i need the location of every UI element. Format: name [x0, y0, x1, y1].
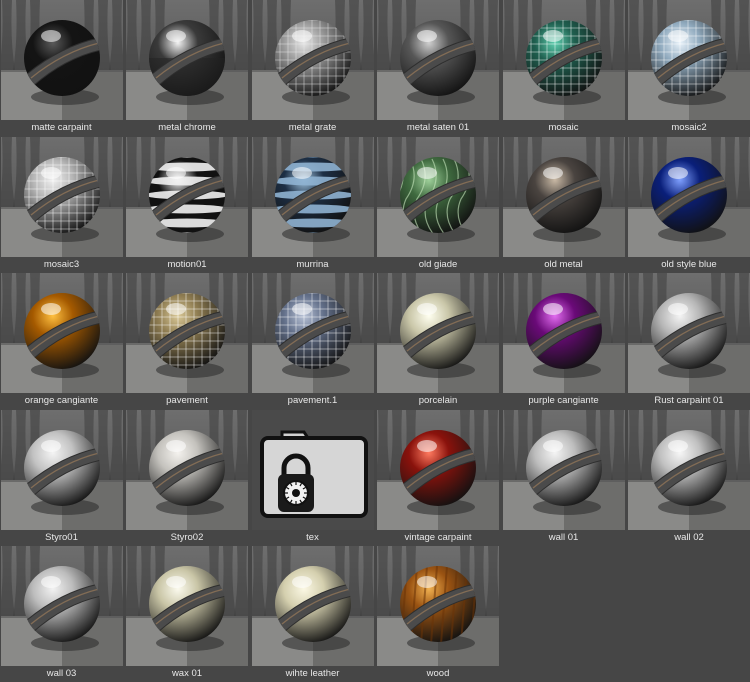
material-sphere-preview[interactable]: [377, 136, 499, 257]
material-label: wall 03: [46, 668, 77, 679]
material-thumbnail[interactable]: motion01: [126, 136, 248, 273]
material-sphere-preview[interactable]: [126, 409, 248, 530]
material-thumbnail[interactable]: old style blue: [628, 136, 750, 273]
material-sphere-preview[interactable]: [251, 0, 374, 120]
material-thumbnail[interactable]: mosaic3: [0, 136, 123, 273]
material-sphere-preview[interactable]: [628, 136, 750, 257]
material-sphere-preview[interactable]: [0, 0, 123, 120]
material-sphere-preview[interactable]: [628, 409, 750, 530]
material-thumbnail[interactable]: old metal: [502, 136, 625, 273]
material-label: orange cangiante: [24, 395, 99, 406]
material-sphere-preview[interactable]: [126, 546, 248, 666]
material-sphere-preview[interactable]: [377, 546, 499, 666]
material-thumbnail[interactable]: metal grate: [251, 0, 374, 136]
material-label: metal saten 01: [406, 122, 470, 133]
material-label: porcelain: [418, 395, 458, 406]
material-thumbnail[interactable]: wall 01: [502, 409, 625, 546]
material-sphere-preview[interactable]: [502, 273, 625, 393]
material-sphere-preview[interactable]: [251, 546, 374, 666]
material-thumbnail[interactable]: pavement: [126, 273, 248, 409]
material-thumbnail[interactable]: matte carpaint: [0, 0, 123, 136]
material-label: motion01: [167, 258, 207, 270]
material-label: mosaic3: [43, 258, 80, 270]
material-label: old giade: [418, 258, 458, 270]
material-thumbnail[interactable]: Rust carpaint 01: [628, 273, 750, 409]
material-sphere-preview[interactable]: [0, 273, 123, 393]
material-thumbnail[interactable]: Styro01: [0, 409, 123, 546]
material-thumbnail[interactable]: wood: [377, 546, 499, 682]
material-thumbnail[interactable]: mosaic: [502, 0, 625, 136]
material-label: metal chrome: [158, 122, 216, 133]
material-label: wax 01: [171, 668, 203, 679]
material-label: murrina: [296, 258, 329, 270]
locked-folder-icon[interactable]: [251, 409, 374, 530]
material-sphere-preview[interactable]: [502, 409, 625, 530]
material-label: wood: [426, 668, 450, 679]
material-label: wall 01: [548, 531, 579, 543]
material-sphere-preview[interactable]: [377, 409, 499, 530]
material-thumbnail[interactable]: wihte leather: [251, 546, 374, 682]
material-thumbnail[interactable]: wall 02: [628, 409, 750, 546]
material-label: old style blue: [661, 258, 717, 270]
material-thumbnail[interactable]: porcelain: [377, 273, 499, 409]
material-thumbnail[interactable]: metal saten 01: [377, 0, 499, 136]
material-label: Styro02: [170, 531, 204, 543]
material-sphere-preview[interactable]: [0, 409, 123, 530]
material-thumbnail[interactable]: wax 01: [126, 546, 248, 682]
material-thumbnail[interactable]: vintage carpaint: [377, 409, 499, 546]
material-thumbnail[interactable]: orange cangiante: [0, 273, 123, 409]
material-thumbnail[interactable]: Styro02: [126, 409, 248, 546]
material-label: mosaic2: [671, 122, 707, 133]
material-thumbnail[interactable]: mosaic2: [628, 0, 750, 136]
material-sphere-preview[interactable]: [0, 136, 123, 257]
material-thumbnail[interactable]: pavement.1: [251, 273, 374, 409]
material-sphere-preview[interactable]: [126, 273, 248, 393]
material-sphere-preview[interactable]: [502, 0, 625, 120]
material-label: vintage carpaint: [404, 531, 472, 543]
material-thumbnail[interactable]: old giade: [377, 136, 499, 273]
material-label: metal grate: [288, 122, 337, 133]
material-thumbnail[interactable]: purple cangiante: [502, 273, 625, 409]
material-label: pavement.1: [287, 395, 338, 406]
material-sphere-preview[interactable]: [126, 0, 248, 120]
material-thumbnail[interactable]: tex: [251, 409, 374, 546]
material-sphere-preview[interactable]: [126, 136, 248, 257]
material-label: mosaic: [548, 122, 579, 133]
material-thumbnail[interactable]: metal chrome: [126, 0, 248, 136]
material-label: purple cangiante: [528, 395, 599, 406]
material-label: Styro01: [45, 531, 78, 543]
material-label: wall 02: [674, 531, 704, 543]
material-sphere-preview[interactable]: [251, 273, 374, 393]
material-sphere-preview[interactable]: [502, 136, 625, 257]
material-thumbnail[interactable]: murrina: [251, 136, 374, 273]
material-sphere-preview[interactable]: [377, 273, 499, 393]
material-sphere-preview[interactable]: [628, 0, 750, 120]
material-label: old metal: [544, 258, 583, 270]
material-label: pavement: [166, 395, 208, 406]
material-thumbnail[interactable]: wall 03: [0, 546, 123, 682]
material-sphere-preview[interactable]: [251, 136, 374, 257]
material-label: matte carpaint: [31, 122, 92, 133]
material-label: tex: [306, 531, 319, 543]
material-sphere-preview[interactable]: [0, 546, 123, 666]
material-thumbnail-grid: matte carpaint metal chrome metal grate met…: [0, 0, 750, 682]
material-sphere-preview[interactable]: [628, 273, 750, 393]
material-label: wihte leather: [285, 668, 340, 679]
material-label: Rust carpaint 01: [654, 395, 724, 406]
material-sphere-preview[interactable]: [377, 0, 499, 120]
